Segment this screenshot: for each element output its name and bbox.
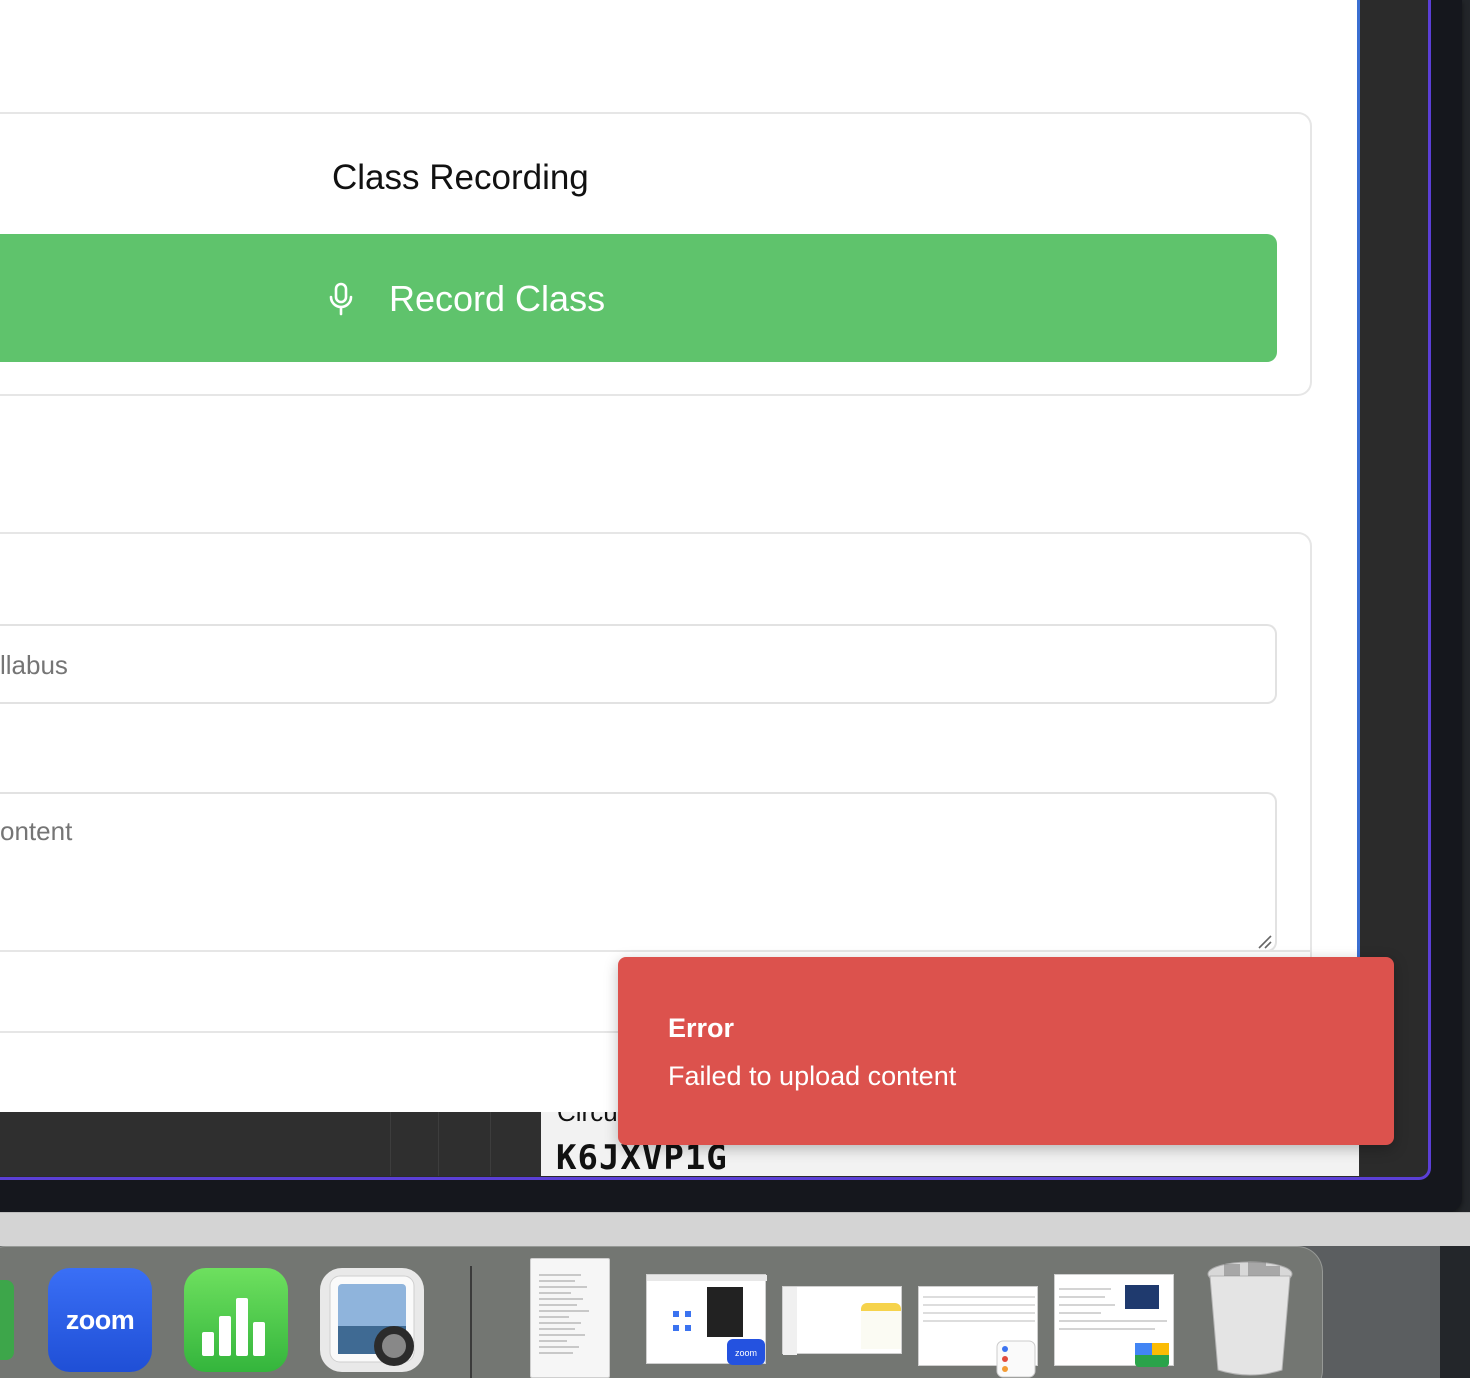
zoom-badge-label: zoom [735,1348,757,1358]
content-placeholder: ontent [0,816,73,846]
window-bottom-bar [0,1212,1470,1246]
toast-message: Failed to upload content [668,1061,957,1091]
trash-icon[interactable] [1204,1258,1296,1378]
zoom-app-label: zoom [65,1304,135,1335]
dock-reminders-window[interactable] [918,1286,1038,1378]
toast-title: Error [668,1013,735,1043]
class-recording-card: Class Recording Record Class [0,112,1312,396]
syllabus-placeholder: llabus [0,650,68,680]
microphone-icon [329,282,353,316]
chat-window-thumbnail-icon [1059,1285,1169,1367]
preview-icon [329,1275,415,1366]
record-class-button[interactable]: Record Class [0,234,1277,362]
bar-chart-icon [202,1298,265,1356]
document-lines-icon [539,1274,589,1354]
divider [0,950,1310,952]
error-toast[interactable]: Error Failed to upload content [618,957,1394,1145]
dock-zoom-window[interactable]: zoom [646,1274,767,1365]
dock-chat-window[interactable] [1054,1274,1174,1367]
dock-zoom-app[interactable]: zoom [48,1268,152,1372]
notes-window-thumbnail-icon [783,1287,901,1355]
dock-numbers-app[interactable] [184,1268,288,1372]
resize-handle-icon[interactable] [1255,932,1273,950]
dock-separator [470,1266,472,1378]
dock-notes-window[interactable] [782,1286,902,1355]
syllabus-input[interactable] [0,624,1277,704]
record-class-label: Record Class [389,278,606,319]
class-recording-title: Class Recording [332,158,589,197]
reminders-window-thumbnail-icon [923,1296,1036,1378]
main-page: Class Recording Record Class llabus onte… [0,0,1360,1112]
dock-app-partial[interactable] [0,1280,14,1360]
zoom-window-thumbnail-icon: zoom [647,1275,767,1365]
content-textarea[interactable] [0,792,1277,952]
dock-document-stack[interactable] [530,1258,610,1378]
dock-preview-app[interactable] [320,1268,424,1372]
